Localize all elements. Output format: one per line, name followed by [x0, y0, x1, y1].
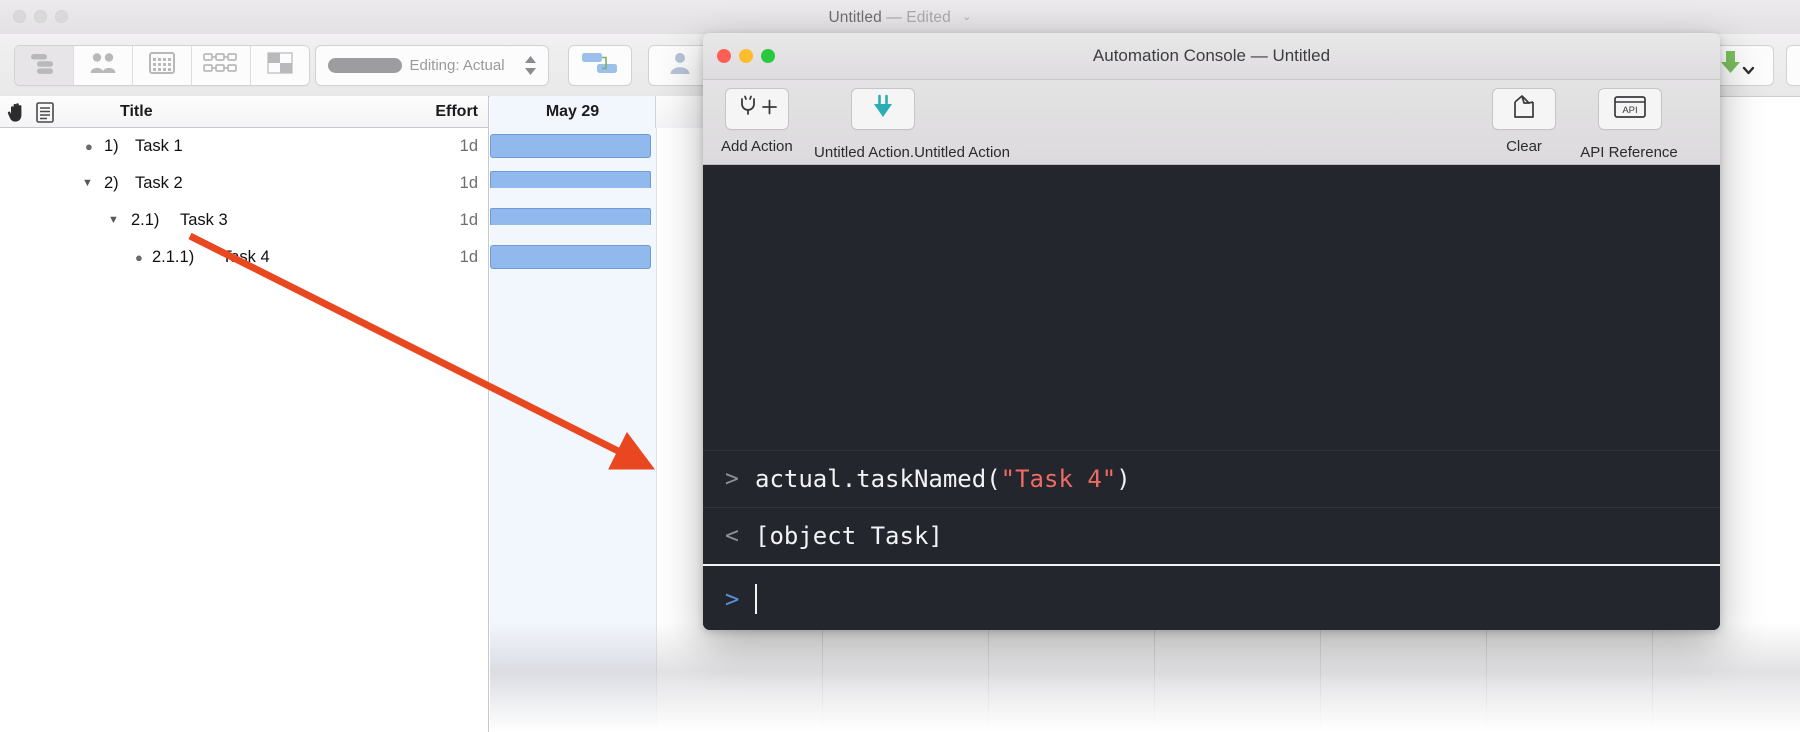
task-number: 2.1.1)	[152, 248, 194, 267]
stepper-updown-icon[interactable]	[518, 56, 542, 75]
outline-column-headers: Title Effort	[0, 96, 489, 128]
code-call: actual.taskNamed(	[755, 465, 1001, 493]
task-outline: ● 1) Task 1 1d ▼ 2) Task 2 1d ▼ 2.1) Tas…	[0, 128, 489, 732]
person-icon	[668, 51, 692, 80]
gantt-bar-task-3[interactable]	[490, 208, 651, 225]
green-down-arrow-icon	[1720, 50, 1754, 81]
task-number: 1)	[104, 137, 119, 156]
disclosure-triangle-icon[interactable]: ▼	[82, 178, 93, 189]
link-tasks-icon	[581, 51, 619, 80]
task-title[interactable]: Task 4	[222, 248, 270, 267]
editing-scenario-control[interactable]: Editing: Actual	[315, 45, 549, 86]
task-number: 2.1)	[131, 211, 159, 230]
view-segmented-control[interactable]	[14, 45, 310, 86]
task-effort[interactable]: 1d	[460, 211, 478, 230]
bullet-icon: ●	[135, 251, 143, 264]
segment-network-view[interactable]	[192, 46, 251, 85]
svg-text:API: API	[1622, 105, 1637, 116]
alerts-button[interactable]	[1786, 45, 1800, 86]
task-effort[interactable]: 1d	[460, 248, 478, 267]
segment-calendar-view[interactable]	[133, 46, 192, 85]
code-close-paren: )	[1116, 465, 1130, 493]
input-prompt-icon: >	[725, 585, 755, 613]
gantt-bar-task-2[interactable]	[490, 171, 651, 188]
column-header-title[interactable]: Title	[120, 96, 153, 128]
task-title[interactable]: Task 3	[180, 211, 228, 230]
api-icon: API	[1614, 95, 1646, 124]
segment-resource-view[interactable]	[74, 46, 133, 85]
transcript-output-line: < [object Task]	[703, 507, 1720, 562]
scenario-pill-icon	[328, 58, 402, 73]
download-arrow-icon	[870, 94, 896, 125]
task-list-icon	[29, 52, 59, 79]
console-transcript[interactable]: > actual.taskNamed("Task 4") < [object T…	[703, 165, 1720, 562]
api-reference-button-surface[interactable]: API	[1598, 88, 1662, 130]
run-action-button-surface[interactable]	[851, 88, 915, 130]
add-action-button-surface[interactable]	[725, 88, 789, 130]
calendar-grid-icon	[149, 52, 175, 79]
task-effort[interactable]: 1d	[460, 174, 478, 193]
title-separator: —	[886, 9, 902, 26]
add-action-icon	[736, 95, 778, 124]
output-value: [object Task]	[755, 522, 943, 550]
console-close-button[interactable]	[717, 49, 731, 63]
clear-console-icon	[1509, 94, 1539, 125]
run-action-label: Untitled Action.Untitled Action	[782, 144, 1042, 161]
code-string: "Task 4"	[1001, 465, 1117, 493]
api-reference-label: API Reference	[1551, 144, 1707, 161]
output-gutter-marker: <	[725, 523, 755, 549]
console-window-title: Automation Console — Untitled	[703, 33, 1720, 79]
task-effort[interactable]: 1d	[460, 137, 478, 156]
task-title[interactable]: Task 1	[135, 137, 183, 156]
network-diagram-icon	[203, 52, 239, 79]
main-titlebar: Untitled — Edited ⌄	[0, 0, 1800, 35]
table-row[interactable]: ▼ 2) Task 2 1d	[0, 165, 488, 202]
console-input-line[interactable]: >	[703, 564, 1720, 630]
input-gutter-marker: >	[725, 466, 755, 492]
console-body: > actual.taskNamed("Task 4") < [object T…	[703, 165, 1720, 630]
console-toolbar: Add Action Untitled Action.Untitled Acti…	[703, 80, 1720, 165]
column-header-effort[interactable]: Effort	[398, 96, 488, 128]
transcript-input-line: > actual.taskNamed("Task 4")	[703, 450, 1720, 507]
screen: Untitled — Edited ⌄	[0, 0, 1800, 732]
text-caret	[755, 584, 757, 614]
automation-console-window: Automation Console — Untitled	[703, 33, 1720, 630]
task-title[interactable]: Task 2	[135, 174, 183, 193]
gantt-bar-task-1[interactable]	[490, 134, 651, 158]
clear-label: Clear	[1506, 138, 1542, 155]
bullet-icon: ●	[85, 140, 93, 153]
task-number: 2)	[104, 174, 119, 193]
edited-state: Edited	[906, 9, 951, 26]
hand-icon[interactable]	[6, 101, 28, 128]
chevron-down-icon[interactable]: ⌄	[962, 0, 971, 34]
transcript-spacer	[703, 165, 1720, 450]
table-row[interactable]: ● 1) Task 1 1d	[0, 128, 488, 165]
table-row[interactable]: ▼ 2.1) Task 3 1d	[0, 202, 488, 239]
api-reference-button[interactable]: API API Reference	[1598, 88, 1662, 130]
people-icon	[89, 52, 117, 79]
disclosure-triangle-icon[interactable]: ▼	[108, 215, 119, 226]
segment-task-view[interactable]	[15, 46, 74, 85]
run-action-button[interactable]: Untitled Action.Untitled Action	[851, 88, 915, 130]
segment-dashboard-view[interactable]	[251, 46, 309, 85]
note-icon[interactable]	[36, 102, 54, 128]
console-zoom-button[interactable]	[761, 49, 775, 63]
clear-button[interactable]: Clear	[1492, 88, 1556, 155]
panels-icon	[267, 52, 293, 79]
document-name: Untitled	[828, 9, 881, 26]
console-titlebar: Automation Console — Untitled	[703, 33, 1720, 80]
console-minimize-button[interactable]	[739, 49, 753, 63]
date-column-header-0: May 29	[490, 96, 656, 128]
main-window-title: Untitled — Edited ⌄	[0, 0, 1800, 34]
console-window-controls[interactable]	[717, 49, 775, 63]
dependency-button[interactable]	[568, 45, 632, 86]
editing-scenario-label: Editing: Actual	[402, 57, 518, 74]
clear-button-surface[interactable]	[1492, 88, 1556, 130]
table-row[interactable]: ● 2.1.1) Task 4 1d	[0, 239, 488, 276]
gantt-bar-task-4[interactable]	[490, 245, 651, 269]
